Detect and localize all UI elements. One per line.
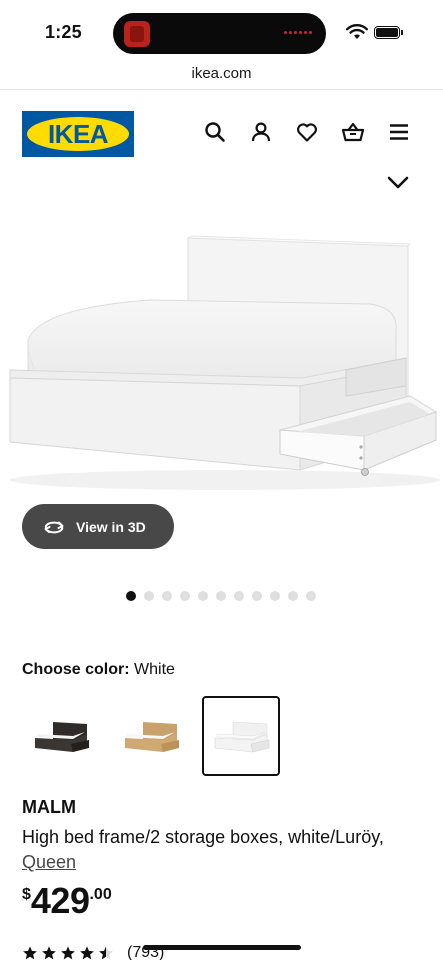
carousel-dot[interactable]	[144, 591, 154, 601]
carousel-dot[interactable]	[126, 591, 136, 601]
star-icon	[42, 946, 56, 960]
bed-thumbnail-icon	[35, 722, 89, 752]
rotate-icon	[44, 521, 64, 533]
star-icon	[23, 946, 37, 960]
carousel-dot[interactable]	[288, 591, 298, 601]
battery-icon	[374, 26, 403, 39]
product-price: $429.00	[22, 880, 112, 922]
account-icon[interactable]	[249, 120, 273, 144]
status-bar: 1:25	[0, 0, 443, 60]
app-icon	[124, 21, 150, 47]
product-description: High bed frame/2 storage boxes, white/Lu…	[22, 827, 384, 847]
swatch-black-brown[interactable]	[22, 696, 100, 776]
logo-text: IKEA	[47, 119, 109, 149]
url-bar[interactable]: ikea.com	[0, 60, 443, 90]
site-header: IKEA	[0, 90, 443, 174]
bed-thumbnail-icon	[125, 722, 179, 752]
price-integer: 429	[30, 880, 90, 921]
carousel-dot[interactable]	[216, 591, 226, 601]
home-indicator[interactable]	[143, 945, 301, 950]
carousel-dot[interactable]	[270, 591, 280, 601]
view-in-3d-button[interactable]: View in 3D	[22, 504, 174, 549]
wifi-icon	[346, 24, 368, 39]
heart-icon[interactable]	[295, 120, 319, 144]
carousel-dot[interactable]	[180, 591, 190, 601]
color-chooser-label: Choose color: White	[22, 661, 175, 679]
ikea-logo[interactable]: IKEA	[22, 111, 134, 157]
cart-icon[interactable]	[341, 120, 365, 144]
carousel-dot[interactable]	[306, 591, 316, 601]
color-label: Choose color:	[22, 661, 130, 678]
carousel-dot[interactable]	[162, 591, 172, 601]
dynamic-island	[113, 13, 326, 54]
star-icon	[61, 946, 75, 960]
color-swatches	[22, 696, 280, 776]
product-name: MALM	[22, 797, 76, 817]
carousel-dot[interactable]	[234, 591, 244, 601]
swatch-oak-veneer[interactable]	[112, 696, 190, 776]
product-image[interactable]	[0, 200, 443, 500]
product-size-link[interactable]: Queen	[22, 850, 76, 875]
color-value: White	[134, 661, 175, 678]
star-icon	[80, 946, 94, 960]
url-text: ikea.com	[191, 65, 252, 82]
search-icon[interactable]	[203, 120, 227, 144]
carousel-dot[interactable]	[198, 591, 208, 601]
chevron-down-icon[interactable]	[387, 176, 409, 190]
swatch-white[interactable]	[202, 696, 280, 776]
view-in-3d-label: View in 3D	[76, 518, 146, 535]
price-decimal: .00	[89, 886, 112, 903]
carousel-dot[interactable]	[252, 591, 262, 601]
menu-icon[interactable]	[387, 120, 411, 144]
price-currency: $	[22, 886, 31, 903]
status-time: 1:25	[45, 22, 82, 42]
half-star-icon	[99, 946, 113, 960]
bed-thumbnail-icon	[214, 721, 270, 753]
image-carousel-indicator[interactable]	[126, 591, 316, 601]
recording-indicator-icon	[284, 31, 312, 34]
